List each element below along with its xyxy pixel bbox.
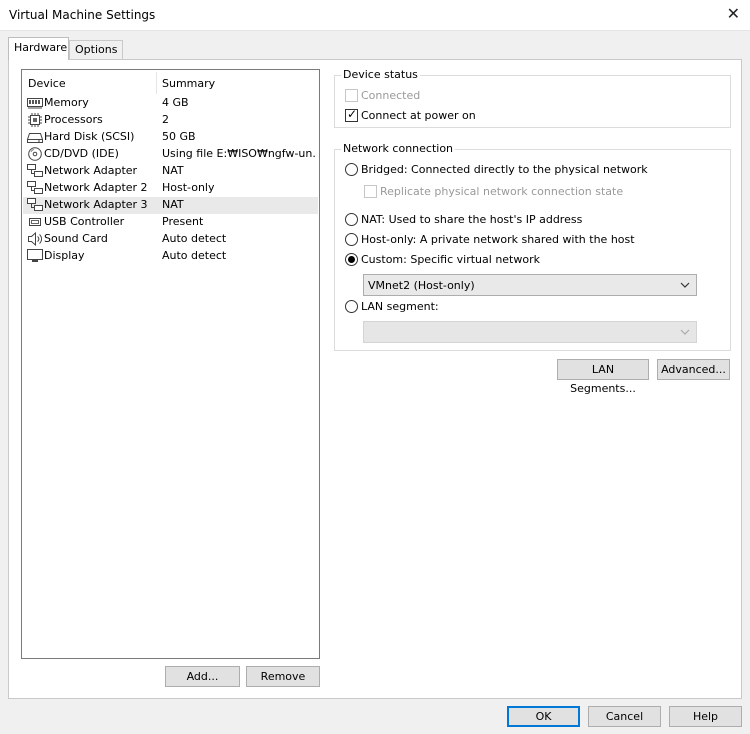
column-divider[interactable]: [156, 72, 157, 94]
nat-label: NAT: Used to share the host's IP address: [361, 213, 583, 226]
device-row-memory[interactable]: Memory 4 GB: [23, 95, 318, 112]
custom-label: Custom: Specific virtual network: [361, 253, 540, 266]
checkbox-box: ✓: [345, 107, 358, 122]
lan-segment-label: LAN segment:: [361, 300, 439, 313]
lan-segment-select[interactable]: [363, 321, 697, 343]
hardware-tab-page: Device Summary Memory 4 GB Processors 2: [8, 59, 742, 699]
processor-icon: [28, 113, 42, 127]
device-name: Memory: [44, 96, 89, 109]
device-summary: Present: [162, 215, 204, 228]
network-adapter-icon: [27, 198, 43, 211]
device-summary: Auto detect: [162, 249, 227, 262]
chevron-down-icon: [680, 282, 690, 288]
connect-at-power-on-label: Connect at power on: [361, 109, 476, 122]
device-summary: NAT: [162, 164, 184, 177]
radio-circle: [345, 213, 358, 226]
check-mark-icon: ✓: [347, 107, 358, 121]
device-summary: Using file E:₩ISO₩ngfw-un...: [162, 147, 316, 160]
replicate-state-label: Replicate physical network connection st…: [380, 185, 624, 198]
chevron-down-icon: [680, 329, 690, 335]
device-list[interactable]: Device Summary Memory 4 GB Processors 2: [21, 69, 320, 659]
device-row-network-adapter[interactable]: Network Adapter NAT: [23, 163, 318, 180]
close-icon[interactable]: ✕: [727, 5, 740, 23]
device-name: Network Adapter: [44, 164, 138, 177]
network-connection-group: Network connection Bridged: Connected di…: [334, 142, 731, 351]
cd-dvd-icon: [28, 147, 42, 161]
device-row-cd-dvd[interactable]: CD/DVD (IDE) Using file E:₩ISO₩ngfw-un..…: [23, 146, 318, 163]
device-name: Hard Disk (SCSI): [44, 130, 135, 143]
device-row-processors[interactable]: Processors 2: [23, 112, 318, 129]
radio-circle: [345, 163, 358, 176]
usb-controller-icon: [29, 218, 41, 226]
column-header-summary[interactable]: Summary: [162, 77, 215, 91]
device-row-network-adapter-2[interactable]: Network Adapter 2 Host-only: [23, 180, 318, 197]
radio-circle: [345, 233, 358, 246]
device-row-usb-controller[interactable]: USB Controller Present: [23, 214, 318, 231]
title-bar: Virtual Machine Settings ✕: [0, 0, 750, 31]
custom-network-select[interactable]: VMnet2 (Host-only): [363, 274, 697, 296]
network-adapter-icon: [27, 164, 43, 177]
device-name: USB Controller: [44, 215, 125, 228]
radio-circle: [345, 253, 358, 266]
device-summary: NAT: [162, 198, 184, 211]
tab-hardware[interactable]: Hardware: [8, 37, 69, 60]
cancel-button[interactable]: Cancel: [588, 706, 661, 727]
device-name: CD/DVD (IDE): [44, 147, 119, 160]
device-row-hard-disk[interactable]: Hard Disk (SCSI) 50 GB: [23, 129, 318, 146]
help-button[interactable]: Help: [669, 706, 742, 727]
device-row-network-adapter-3[interactable]: Network Adapter 3 NAT: [23, 197, 318, 214]
advanced-button[interactable]: Advanced...: [657, 359, 730, 380]
checkbox-box: [345, 89, 358, 102]
window-title: Virtual Machine Settings: [9, 8, 156, 22]
device-name: Display: [44, 249, 85, 262]
host-only-label: Host-only: A private network shared with…: [361, 233, 635, 246]
device-row-sound-card[interactable]: Sound Card Auto detect: [23, 231, 318, 248]
device-summary: Auto detect: [162, 232, 227, 245]
remove-button[interactable]: Remove: [246, 666, 320, 687]
connected-label: Connected: [361, 89, 421, 102]
column-header-device[interactable]: Device: [28, 77, 66, 91]
tab-options[interactable]: Options: [69, 40, 123, 59]
add-button[interactable]: Add...: [165, 666, 240, 687]
radio-selected-dot: [348, 256, 355, 263]
device-summary: 4 GB: [162, 96, 189, 109]
checkbox-box: [364, 185, 377, 198]
hard-disk-icon: [27, 133, 43, 143]
device-status-legend: Device status: [341, 68, 420, 81]
device-summary: 50 GB: [162, 130, 196, 143]
device-name: Network Adapter 2: [44, 181, 148, 194]
device-name: Network Adapter 3: [44, 198, 148, 211]
device-row-display[interactable]: Display Auto detect: [23, 248, 318, 265]
bridged-label: Bridged: Connected directly to the physi…: [361, 163, 648, 176]
network-adapter-icon: [27, 181, 43, 194]
sound-card-icon: [28, 232, 42, 246]
lan-segments-button[interactable]: LAN Segments...: [557, 359, 649, 395]
device-name: Sound Card: [44, 232, 108, 245]
ok-button[interactable]: OK: [507, 706, 580, 727]
network-connection-legend: Network connection: [341, 142, 456, 155]
radio-circle: [345, 300, 358, 313]
display-icon: [27, 249, 43, 262]
device-summary: 2: [162, 113, 169, 126]
memory-icon: [27, 98, 43, 109]
custom-network-value: VMnet2 (Host-only): [368, 279, 475, 292]
device-status-group: Device status Connected ✓ Connect at pow…: [334, 68, 731, 128]
device-summary: Host-only: [162, 181, 215, 194]
device-name: Processors: [44, 113, 103, 126]
